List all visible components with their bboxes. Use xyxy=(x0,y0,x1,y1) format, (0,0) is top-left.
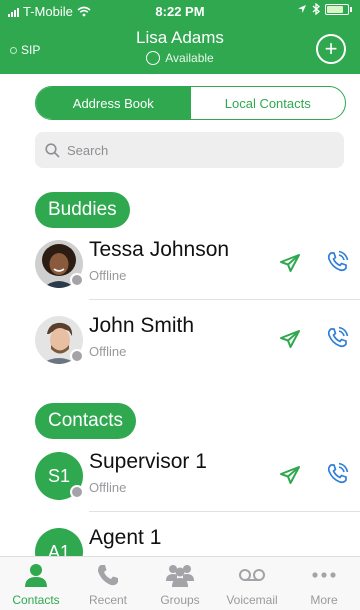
row-divider xyxy=(89,299,360,300)
call-icon[interactable] xyxy=(324,249,350,275)
offline-status-dot xyxy=(70,273,84,287)
person-icon xyxy=(21,562,51,588)
contact-status: Offline xyxy=(89,344,127,359)
groups-icon xyxy=(165,562,195,588)
tab-contacts[interactable]: Contacts xyxy=(0,557,72,610)
user-name[interactable]: Lisa Adams xyxy=(0,28,360,48)
tab-more[interactable]: More xyxy=(288,557,360,610)
status-icons xyxy=(297,3,352,15)
bottom-tab-bar: Contacts Recent Groups Voicemail More xyxy=(0,556,360,610)
offline-status-dot xyxy=(70,485,84,499)
contact-name: Tessa Johnson xyxy=(89,238,230,261)
tab-voicemail[interactable]: Voicemail xyxy=(216,557,288,610)
search-input[interactable] xyxy=(67,142,317,158)
tab-local-contacts[interactable]: Local Contacts xyxy=(191,87,346,119)
send-message-icon[interactable] xyxy=(278,463,302,487)
call-icon[interactable] xyxy=(324,325,350,351)
avatar xyxy=(35,316,84,364)
tab-address-book[interactable]: Address Book xyxy=(36,87,191,119)
avatar: A1 xyxy=(35,528,83,556)
row-divider xyxy=(89,511,360,512)
location-icon xyxy=(298,5,306,13)
contact-status: Offline xyxy=(89,480,127,495)
tab-groups[interactable]: Groups xyxy=(144,557,216,610)
tab-label: More xyxy=(310,593,338,607)
app-header: T-Mobile 8:22 PM SIP Lisa Adams Availabl… xyxy=(0,0,360,74)
tab-label: Contacts xyxy=(12,593,60,607)
battery-icon xyxy=(325,3,349,15)
phone-icon xyxy=(93,562,123,588)
call-icon[interactable] xyxy=(324,461,350,487)
contact-row[interactable]: John Smith Offline xyxy=(0,304,360,376)
add-contact-button[interactable]: + xyxy=(316,34,346,64)
tab-label: Voicemail xyxy=(226,593,278,607)
offline-status-dot xyxy=(70,349,84,363)
contact-name: Supervisor 1 xyxy=(89,450,207,473)
contact-row[interactable]: Tessa Johnson Offline xyxy=(0,228,360,300)
contact-initials: A1 xyxy=(35,528,83,556)
contact-name: John Smith xyxy=(89,314,195,337)
bluetooth-icon xyxy=(312,3,320,15)
search-bar xyxy=(35,132,344,168)
search-icon xyxy=(45,142,60,158)
contact-status: Offline xyxy=(89,268,127,283)
plus-icon: + xyxy=(324,36,338,61)
section-contacts: Contacts xyxy=(35,403,136,439)
presence-label: Available xyxy=(165,51,214,65)
tab-label: Groups xyxy=(160,593,200,607)
avatar xyxy=(35,240,84,288)
send-message-icon[interactable] xyxy=(278,327,302,351)
contact-row[interactable]: S1 Supervisor 1 Offline xyxy=(0,440,360,512)
contact-row[interactable]: A1 Agent 1 xyxy=(0,516,360,556)
presence-status[interactable]: Available xyxy=(0,51,360,65)
battery-tip xyxy=(350,6,352,12)
status-bar: T-Mobile 8:22 PM xyxy=(0,0,360,22)
presence-ring-icon xyxy=(146,51,161,65)
more-icon xyxy=(309,562,339,588)
section-buddies: Buddies xyxy=(35,192,130,228)
tab-label: Recent xyxy=(88,593,128,607)
voicemail-icon xyxy=(237,562,267,588)
contacts-source-toggle: Address Book Local Contacts xyxy=(35,86,346,120)
send-message-icon[interactable] xyxy=(278,251,302,275)
tab-recent[interactable]: Recent xyxy=(72,557,144,610)
contact-name: Agent 1 xyxy=(89,526,162,549)
avatar: S1 xyxy=(35,452,84,500)
